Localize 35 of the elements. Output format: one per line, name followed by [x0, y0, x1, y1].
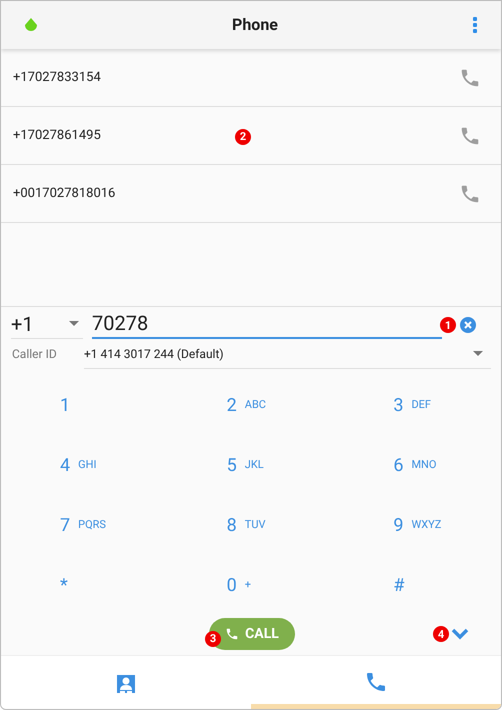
header-title: Phone — [232, 14, 278, 36]
number-input-field[interactable]: 70278 — [92, 309, 442, 339]
phone-number: +17027833154 — [13, 68, 101, 87]
keypad-key[interactable]: 0 + — [168, 555, 334, 615]
more-menu-icon[interactable] — [470, 17, 479, 33]
caller-id-select[interactable]: +1 414 3017 244 (Default) — [84, 339, 491, 369]
recent-number-row[interactable]: +0017027818016 — [1, 165, 501, 223]
keypad-key[interactable]: 1 — [1, 375, 168, 435]
marker-badge: 1 — [440, 317, 456, 333]
collapse-chevron-icon[interactable] — [451, 628, 469, 640]
marker-badge: 4 — [433, 626, 449, 642]
phone-number: +0017027818016 — [13, 184, 116, 203]
keypad-key[interactable]: 4 GHI — [1, 435, 168, 495]
keypad-key[interactable]: 7 PQRS — [1, 495, 168, 555]
keypad-key[interactable]: # — [334, 555, 501, 615]
marker-badge: 3 — [205, 630, 221, 646]
recent-number-row[interactable]: +17027833154 — [1, 49, 501, 107]
keypad-key[interactable]: 5 JKL — [168, 435, 334, 495]
dropdown-caret-icon — [473, 351, 483, 356]
clear-icon[interactable] — [460, 317, 476, 333]
phone-number: +17027861495 — [13, 126, 101, 145]
caller-id-label: Caller ID — [12, 346, 58, 363]
dropdown-caret-icon — [69, 321, 79, 326]
keypad-key[interactable]: 6 MNO — [334, 435, 501, 495]
keypad-key[interactable]: * — [1, 555, 168, 615]
marker-badge: 2 — [235, 128, 251, 144]
keypad-key[interactable]: 2 ABC — [168, 375, 334, 435]
phone-icon — [225, 627, 240, 641]
keypad-key[interactable]: 3 DEF — [334, 375, 501, 435]
phone-icon — [364, 670, 388, 694]
keypad-key[interactable]: 9 WXYZ — [334, 495, 501, 555]
contacts-icon — [116, 674, 136, 694]
keypad-key[interactable]: 8 TUV — [168, 495, 334, 555]
recent-number-row[interactable]: +17027861495 2 — [1, 107, 501, 165]
country-code[interactable]: +1 — [11, 308, 34, 338]
